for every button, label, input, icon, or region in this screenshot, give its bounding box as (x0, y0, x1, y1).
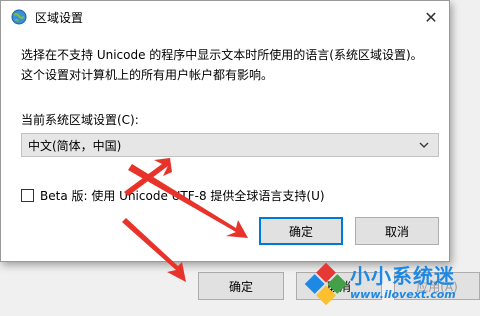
background-ok-button[interactable]: 确定 (198, 272, 284, 300)
dialog-title: 区域设置 (35, 11, 84, 25)
close-icon: ✕ (424, 7, 438, 27)
beta-utf8-label: Beta 版: 使用 Unicode UTF-8 提供全球语言支持(U) (40, 189, 325, 203)
title-bar: 区域设置 ✕ (1, 1, 449, 33)
watermark-url: www.ilovext.com (350, 288, 456, 301)
beta-utf8-option[interactable]: Beta 版: 使用 Unicode UTF-8 提供全球语言支持(U) (21, 187, 325, 204)
locale-field-label: 当前系统区域设置(C): (21, 113, 139, 127)
beta-utf8-checkbox[interactable] (21, 189, 34, 202)
ok-button[interactable]: 确定 (259, 217, 343, 245)
cancel-button[interactable]: 取消 (355, 217, 439, 245)
locale-dropdown[interactable]: 中文(简体，中国) (21, 133, 439, 157)
watermark: 小小系统迷 www.ilovext.com (298, 258, 478, 314)
globe-icon (11, 9, 27, 25)
watermark-logo-icon (304, 262, 348, 306)
dialog-description: 选择在不支持 Unicode 的程序中显示文本时所使用的语言(系统区域设置)。这… (21, 48, 423, 82)
close-button[interactable]: ✕ (413, 1, 449, 33)
chevron-down-icon (419, 142, 429, 148)
region-settings-dialog: 区域设置 ✕ 选择在不支持 Unicode 的程序中显示文本时所使用的语言(系统… (0, 0, 450, 262)
watermark-text: 小小系统迷 (350, 264, 455, 288)
locale-selected-value: 中文(简体，中国) (28, 138, 122, 153)
